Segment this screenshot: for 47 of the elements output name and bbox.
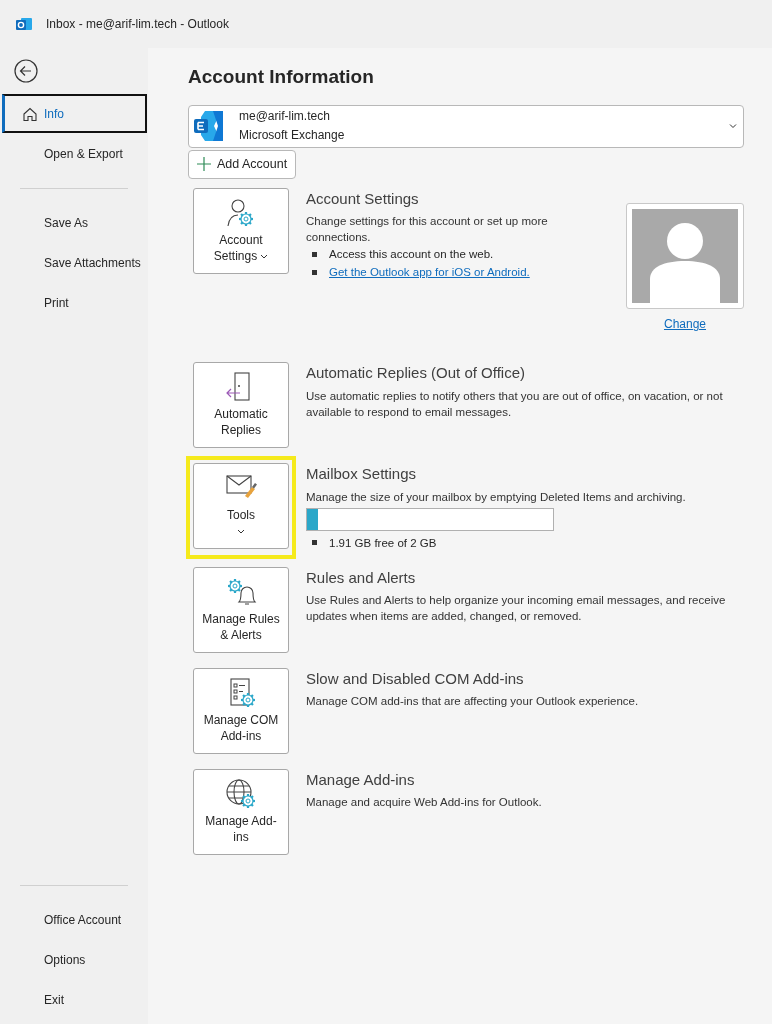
- sidebar-item[interactable]: Open & Export: [2, 134, 147, 173]
- bullet-icon: [312, 251, 317, 257]
- outlook-app-link[interactable]: Get the Outlook app for iOS or Android.: [329, 263, 530, 282]
- chevron-down-icon: [729, 123, 737, 130]
- bullet-icon: [312, 269, 317, 275]
- account-settings-button[interactable]: Account Settings: [193, 187, 289, 274]
- section-description: Use Rules and Alerts to help organize your incoming email messages, and receive updates when items are added, changed, or removed.: [306, 593, 727, 625]
- app-logo-icon: [16, 16, 32, 32]
- change-photo-link[interactable]: Change: [663, 315, 706, 334]
- account-selector[interactable]: me@arif-lim.tech Microsoft Exchange: [188, 104, 744, 148]
- action-tile-button[interactable]: Manage Add-ins: [193, 768, 289, 855]
- home-icon: [22, 105, 38, 122]
- section-title: Slow and Disabled COM Add-ins: [306, 668, 525, 689]
- sidebar-item[interactable]: Print: [2, 283, 147, 322]
- exchange-logo-icon: [193, 109, 225, 144]
- section-title: Automatic Replies (Out of Office): [306, 363, 526, 384]
- action-tile-button[interactable]: Manage COM Add-ins: [193, 667, 289, 754]
- tools-button[interactable]: Tools: [193, 463, 289, 550]
- bullet-icon: [312, 540, 317, 546]
- page-heading: Account Information: [188, 66, 375, 89]
- section-title: Rules and Alerts: [306, 567, 417, 588]
- section-title: Manage Add-ins: [306, 769, 416, 790]
- bullet-text: Access this account on the web.: [329, 247, 494, 263]
- action-tile-button[interactable]: Automatic Replies: [193, 362, 289, 449]
- section-description: Manage COM add-ins that are affecting your Outlook experience.: [306, 694, 639, 710]
- account-type: Microsoft Exchange: [239, 127, 346, 145]
- sidebar-item[interactable]: Office Account: [2, 900, 147, 939]
- section-title: Account Settings: [306, 188, 420, 209]
- account-email: me@arif-lim.tech: [239, 108, 331, 126]
- sidebar-item[interactable]: Info: [2, 94, 147, 133]
- bullet-text: 1.91 GB free of 2 GB: [329, 535, 437, 551]
- action-tile-button[interactable]: Manage Rules & Alerts: [193, 566, 289, 653]
- add-account-button[interactable]: Add Account: [188, 149, 297, 179]
- section-description: Use automatic replies to notify others that you are out of office, on vacation, or not available to respond to email messages.: [306, 388, 724, 420]
- back-button[interactable]: [13, 58, 39, 84]
- window-title: Inbox - me@arif-lim.tech - Outlook: [46, 16, 229, 33]
- section-title: Mailbox Settings: [306, 464, 418, 485]
- plus-icon: [197, 157, 211, 172]
- sidebar-item[interactable]: Options: [2, 940, 147, 979]
- sidebar-item[interactable]: Exit: [2, 980, 147, 1019]
- section-description: Manage the size of your mailbox by emptying Deleted Items and archiving.: [306, 489, 686, 505]
- sidebar-item[interactable]: Save As: [2, 203, 147, 242]
- sidebar-item[interactable]: Save Attachments: [2, 243, 147, 282]
- person-silhouette-icon: [632, 209, 738, 304]
- section-description: Change settings for this account or set up more connections.: [306, 214, 549, 246]
- section-description: Manage and acquire Web Add-ins for Outlook.: [306, 795, 542, 811]
- globe-gear-icon: [225, 777, 257, 810]
